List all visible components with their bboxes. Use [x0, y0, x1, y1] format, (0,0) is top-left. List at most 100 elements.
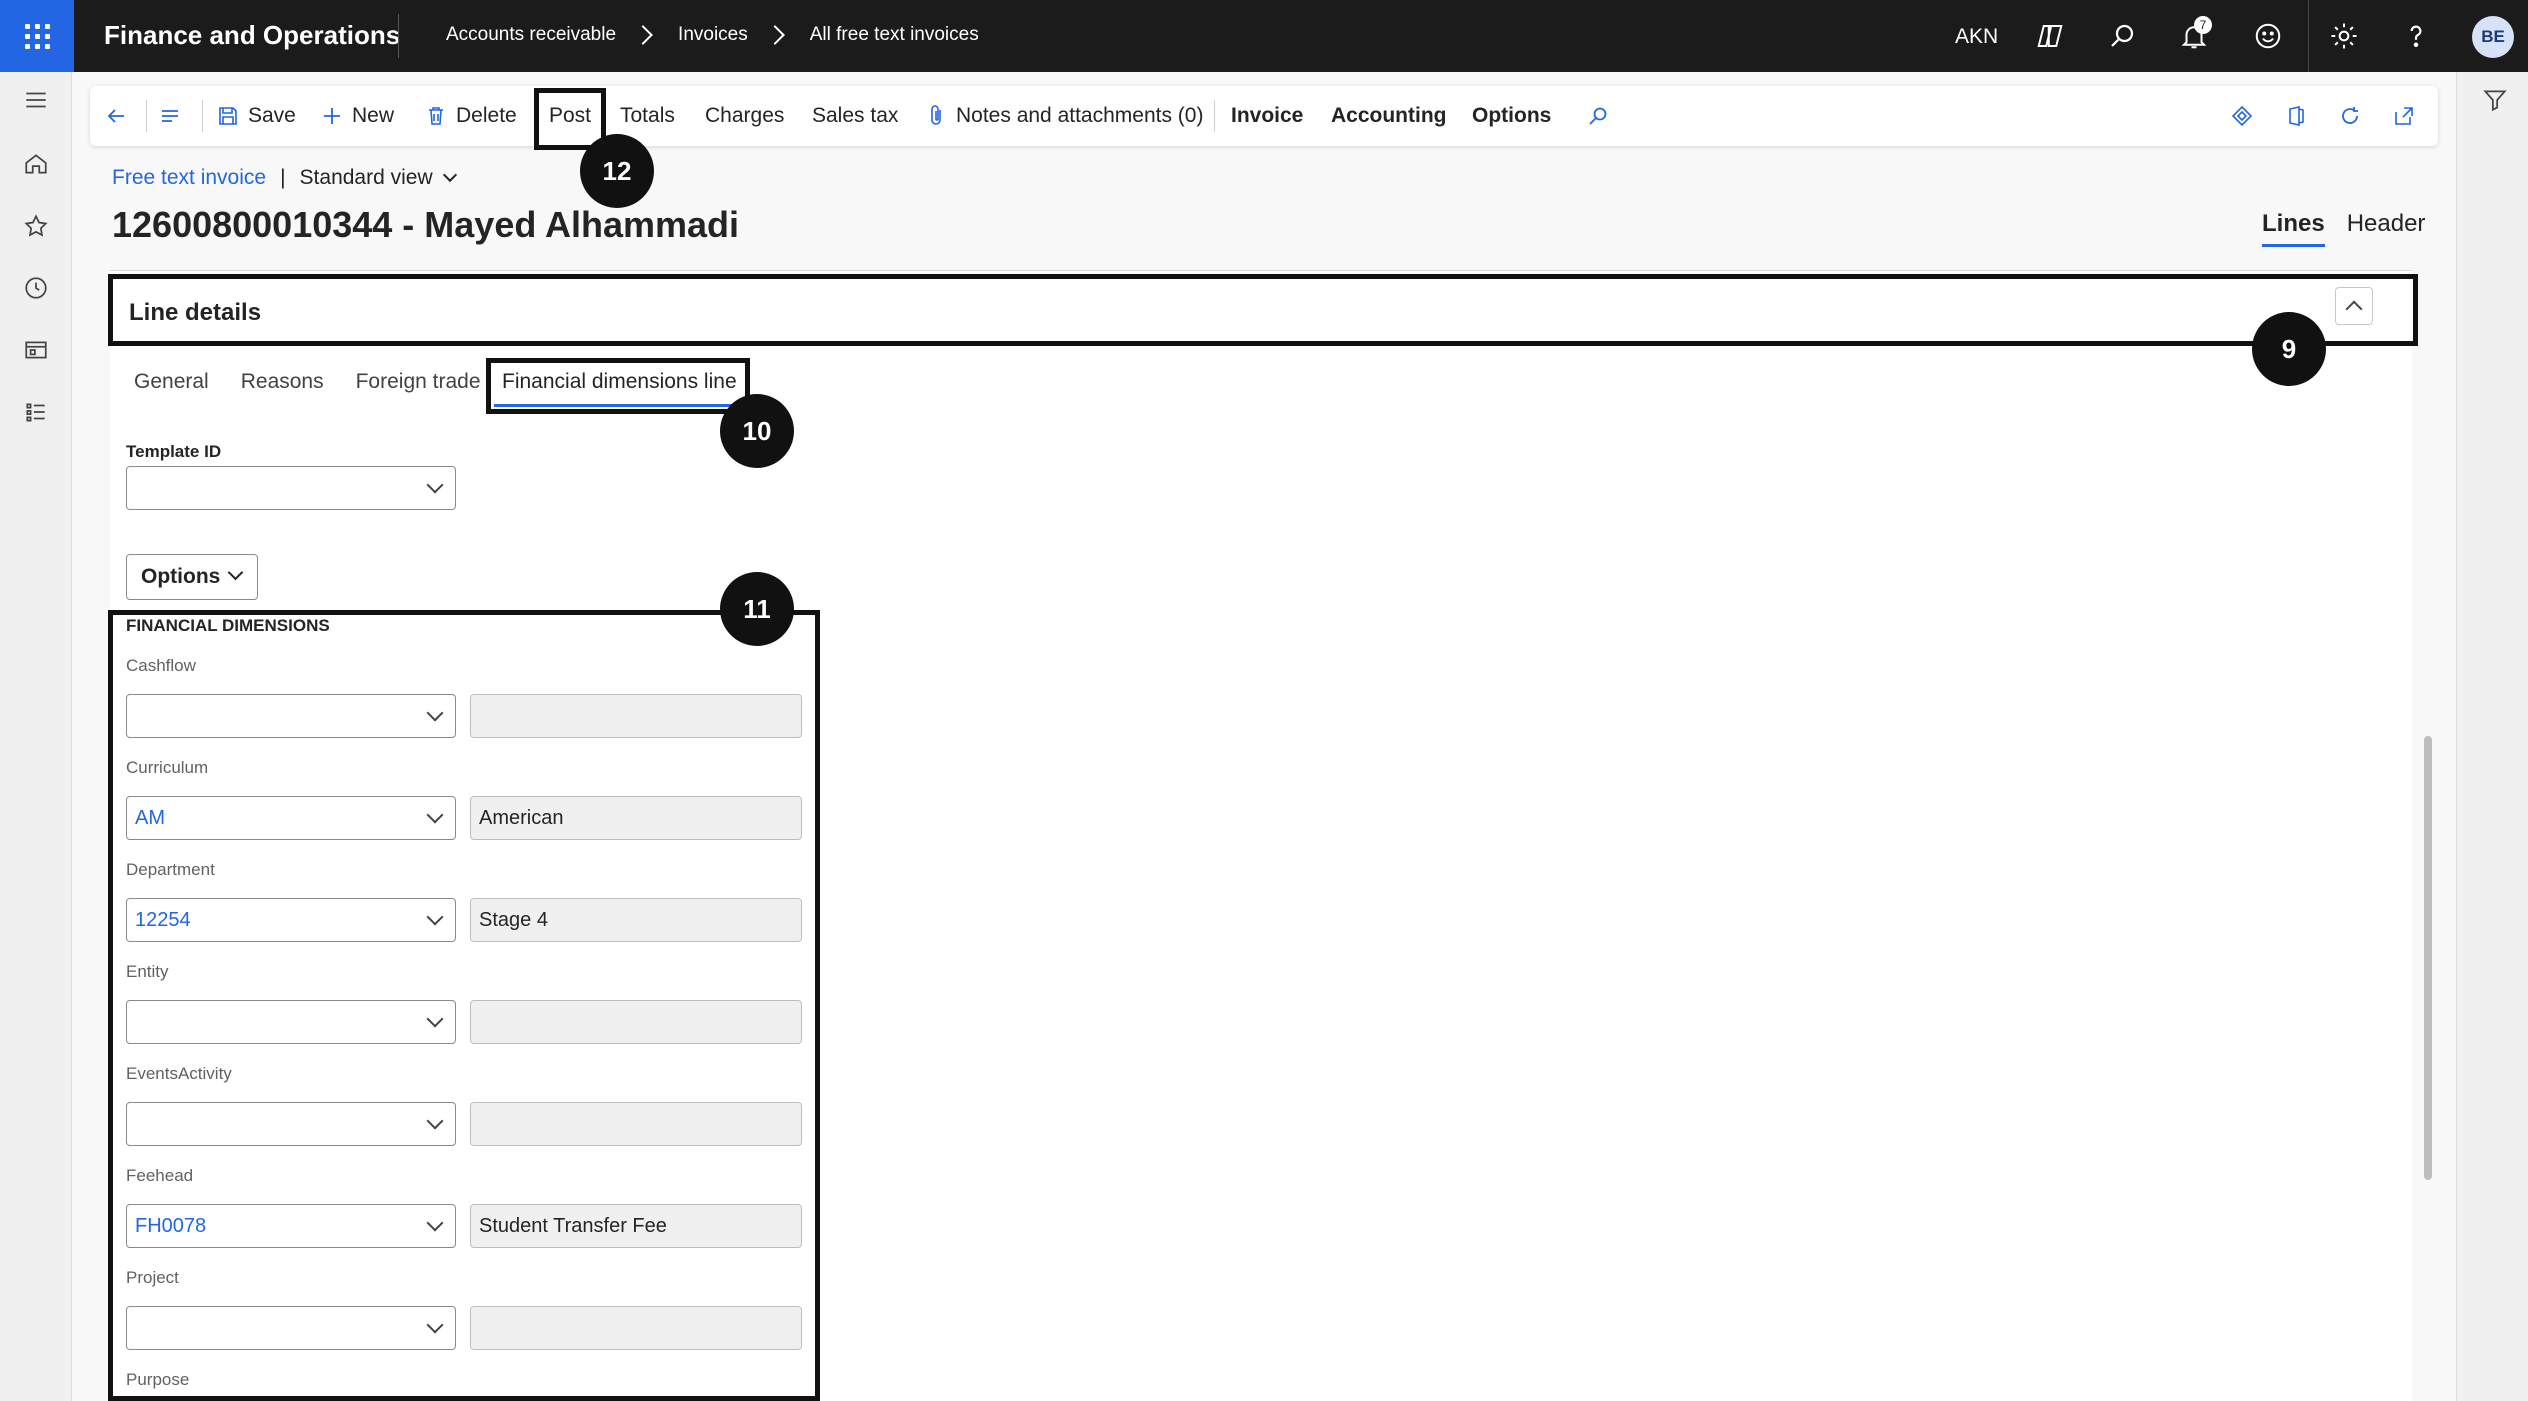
chevron-down-icon: [227, 564, 244, 581]
feedback-smiley-icon[interactable]: [2250, 18, 2286, 54]
active-tab-underline: [494, 404, 742, 407]
entity-label: Entity: [126, 962, 169, 981]
chevron-up-icon: [2345, 300, 2363, 318]
project-dropdown[interactable]: [126, 1306, 456, 1350]
paperclip-icon: [931, 105, 941, 125]
template-id-label: Template ID: [126, 442, 222, 461]
line-details-subtabs: General Reasons Foreign trade: [134, 370, 513, 394]
chevron-down-icon: [426, 1316, 444, 1334]
search-icon[interactable]: [2104, 18, 2140, 54]
options-dropdown-button[interactable]: Options: [126, 554, 258, 600]
subtab-general[interactable]: General: [134, 370, 209, 394]
save-label: Save: [248, 104, 296, 127]
accounting-tab[interactable]: Accounting: [1331, 86, 1447, 146]
notification-count-badge: 7: [2194, 16, 2212, 34]
sales-tax-button[interactable]: Sales tax: [812, 86, 898, 146]
app-launcher-button[interactable]: [0, 0, 74, 72]
company-picker[interactable]: AKN: [1955, 25, 1998, 49]
template-id-dropdown[interactable]: [126, 466, 456, 510]
action-pane: Save New Delete Post Totals Charges Sale…: [90, 86, 2438, 146]
project-description: [470, 1306, 802, 1350]
entity-dropdown[interactable]: [126, 1000, 456, 1044]
power-apps-button[interactable]: [2230, 86, 2262, 146]
refresh-button[interactable]: [2338, 86, 2370, 146]
breadcrumb-item-all-free-text-invoices[interactable]: All free text invoices: [810, 24, 979, 46]
cashflow-dropdown[interactable]: [126, 694, 456, 738]
events-activity-dropdown[interactable]: [126, 1102, 456, 1146]
plus-icon: [324, 108, 340, 124]
curriculum-dropdown[interactable]: AM: [126, 796, 456, 840]
left-navigation: [0, 72, 72, 1401]
feehead-description: Student Transfer Fee: [470, 1204, 802, 1248]
chevron-down-icon[interactable]: [442, 167, 457, 183]
back-button[interactable]: [104, 86, 136, 146]
action-menu-button[interactable]: [158, 86, 190, 146]
department-description: Stage 4: [470, 898, 802, 942]
new-button[interactable]: New: [320, 86, 394, 146]
financial-dimensions-heading: FINANCIAL DIMENSIONS: [126, 616, 330, 635]
line-details-fasttab[interactable]: Line details: [108, 274, 2418, 346]
department-label: Department: [126, 860, 215, 879]
invoice-tab[interactable]: Invoice: [1231, 86, 1303, 146]
chevron-down-icon: [426, 1214, 444, 1232]
open-new-window-button[interactable]: [2392, 86, 2424, 146]
app-title[interactable]: Finance and Operations: [104, 20, 400, 51]
cashflow-description: [470, 694, 802, 738]
copilot-icon[interactable]: [2032, 18, 2068, 54]
new-label: New: [352, 104, 395, 127]
delete-button[interactable]: Delete: [424, 86, 517, 146]
home-icon[interactable]: [20, 148, 52, 180]
modules-list-icon[interactable]: [20, 396, 52, 428]
waffle-icon: [24, 23, 50, 49]
form-name-link[interactable]: Free text invoice: [112, 166, 266, 190]
tab-lines[interactable]: Lines: [2262, 210, 2325, 247]
favorites-star-icon[interactable]: [20, 210, 52, 242]
options-tab[interactable]: Options: [1472, 86, 1551, 146]
collapse-button[interactable]: [2335, 287, 2373, 325]
divider: [1214, 100, 1215, 132]
notes-label: Notes and attachments (0): [956, 104, 1204, 127]
subtab-foreign-trade[interactable]: Foreign trade: [356, 370, 481, 394]
vertical-scrollbar[interactable]: [2424, 736, 2432, 1180]
chevron-down-icon: [426, 1010, 444, 1028]
save-button[interactable]: Save: [216, 86, 296, 146]
hamburger-menu-icon[interactable]: [20, 84, 52, 116]
filter-funnel-icon[interactable]: [2479, 84, 2511, 116]
view-name-dropdown[interactable]: Standard view: [300, 166, 433, 190]
divider: [146, 100, 147, 132]
curriculum-description: American: [470, 796, 802, 840]
tab-header[interactable]: Header: [2347, 210, 2426, 247]
subtab-reasons[interactable]: Reasons: [241, 370, 324, 394]
settings-gear-icon[interactable]: [2326, 18, 2362, 54]
department-dropdown[interactable]: 12254: [126, 898, 456, 942]
breadcrumb-item-accounts-receivable[interactable]: Accounts receivable: [446, 24, 616, 46]
callout-9: 9: [2252, 312, 2326, 386]
notes-attachments-button[interactable]: Notes and attachments (0): [924, 86, 1203, 146]
action-search-button[interactable]: [1586, 86, 1618, 146]
office-button[interactable]: [2284, 86, 2316, 146]
office-icon: [2289, 106, 2304, 126]
chevron-down-icon: [426, 476, 444, 494]
project-label: Project: [126, 1268, 179, 1287]
chevron-down-icon: [426, 704, 444, 722]
subtab-financial-dimensions-line[interactable]: Financial dimensions line: [502, 370, 737, 394]
feehead-dropdown[interactable]: FH0078: [126, 1204, 456, 1248]
breadcrumb-item-invoices[interactable]: Invoices: [678, 24, 748, 46]
line-details-title: Line details: [129, 299, 262, 326]
search-icon: [1589, 107, 1607, 125]
divider: [202, 100, 203, 132]
chevron-right-icon: [764, 25, 785, 45]
top-bar: Finance and Operations Accounts receivab…: [0, 0, 2528, 72]
chevron-down-icon: [426, 908, 444, 926]
recent-clock-icon[interactable]: [20, 272, 52, 304]
user-avatar[interactable]: BE: [2472, 16, 2514, 58]
chevron-right-icon: [633, 25, 653, 45]
events-activity-label: EventsActivity: [126, 1064, 232, 1083]
options-label: Options: [141, 565, 221, 588]
help-question-icon[interactable]: [2398, 18, 2434, 54]
notifications-bell-icon[interactable]: 7: [2176, 16, 2212, 54]
charges-button[interactable]: Charges: [705, 86, 784, 146]
workspaces-icon[interactable]: [20, 334, 52, 366]
callout-11: 11: [720, 572, 794, 646]
department-value: 12254: [135, 908, 191, 931]
